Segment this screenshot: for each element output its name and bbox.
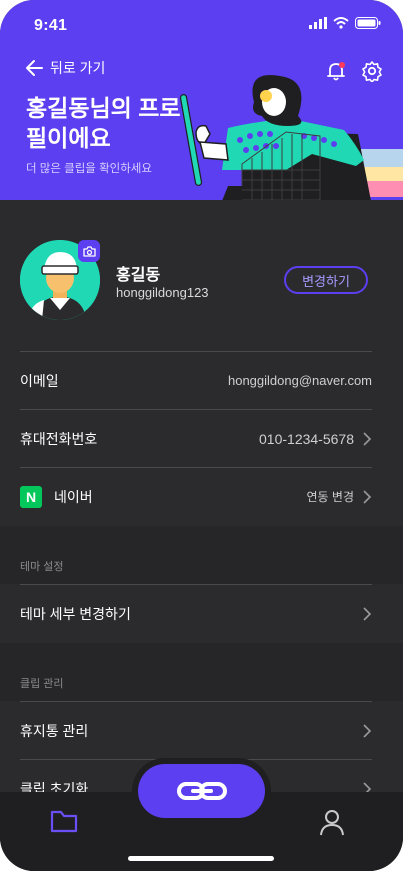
back-button[interactable]: 뒤로 가기: [24, 58, 105, 78]
wifi-icon: [333, 17, 349, 29]
edit-profile-button[interactable]: 변경하기: [284, 266, 368, 294]
email-label: 이메일: [20, 372, 59, 389]
user-icon: [320, 810, 344, 836]
signal-icon: [309, 17, 327, 29]
phone-screen: 9:41 뒤로 가기 홍길동님의 프로필이에요 더 많은 클립을 확인하세요 홍…: [0, 0, 403, 871]
profile-header: 9:41 뒤로 가기 홍길동님의 프로필이에요 더 많은 클립을 확인하세요: [0, 0, 403, 215]
trash-label: 휴지통 관리: [20, 722, 89, 739]
camera-icon: [82, 245, 96, 257]
add-link-button[interactable]: [138, 764, 265, 818]
chevron-right-icon: [363, 606, 372, 621]
back-label: 뒤로 가기: [50, 60, 106, 76]
phone-value: 010-1234-5678: [259, 430, 354, 447]
reading-person-illustration: [179, 75, 403, 206]
naver-action: 연동 변경: [306, 490, 355, 504]
chevron-right-icon: [363, 723, 372, 738]
naver-label: 네이버: [54, 488, 93, 505]
arrow-left-icon: [26, 60, 43, 76]
clip-section-header: [0, 643, 403, 701]
chevron-right-icon: [363, 489, 372, 504]
profile-username: honggildong123: [116, 285, 209, 300]
battery-icon: [355, 17, 381, 29]
clip-section-label: 클립 관리: [20, 678, 64, 690]
tab-profile[interactable]: [318, 808, 346, 841]
tab-folder[interactable]: [50, 808, 78, 839]
naver-row[interactable]: N 네이버 연동 변경: [20, 467, 372, 525]
home-indicator: [128, 856, 274, 861]
phone-row[interactable]: 휴대전화번호 010-1234-5678: [20, 409, 372, 467]
page-title: 홍길동님의 프로필이에요: [26, 95, 181, 151]
link-icon: [176, 782, 227, 800]
folder-icon: [50, 810, 78, 833]
status-bar: 9:41: [0, 0, 403, 50]
theme-section-header: [0, 526, 403, 584]
profile-name: 홍길동: [116, 267, 161, 284]
theme-detail-label: 테마 세부 변경하기: [20, 605, 131, 622]
status-time: 9:41: [34, 17, 68, 34]
naver-logo-icon: N: [20, 485, 42, 508]
email-row: 이메일 honggildong@naver.com: [20, 351, 372, 409]
change-photo-button[interactable]: [78, 240, 100, 262]
theme-detail-row[interactable]: 테마 세부 변경하기: [20, 584, 372, 642]
email-value: honggildong@naver.com: [227, 373, 372, 388]
phone-label: 휴대전화번호: [20, 430, 98, 447]
chevron-right-icon: [363, 431, 372, 446]
theme-section-label: 테마 설정: [20, 561, 64, 573]
profile-summary: 홍길동 honggildong123 변경하기: [20, 240, 372, 330]
trash-row[interactable]: 휴지통 관리: [20, 701, 372, 759]
status-icons: [309, 17, 381, 29]
page-subtitle: 더 많은 클립을 확인하세요: [26, 163, 152, 175]
